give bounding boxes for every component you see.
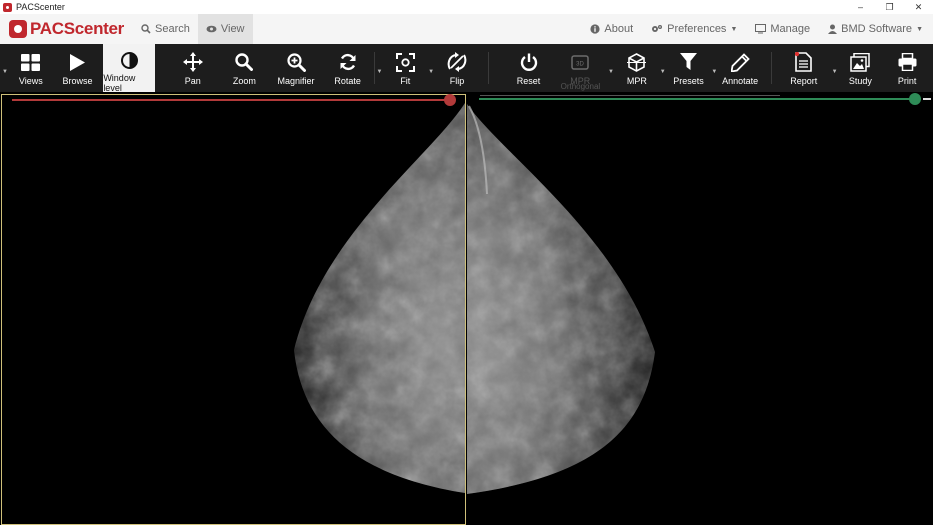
viewport-left[interactable]: [1, 94, 466, 525]
print-label: Print: [897, 76, 917, 86]
flip-dropdown-caret[interactable]: ▼: [426, 44, 436, 92]
report-label: Report: [790, 76, 818, 86]
viewport-right[interactable]: [467, 93, 932, 525]
print-button[interactable]: Print: [881, 44, 933, 92]
title-bar: PACScenter – ❐ ✕: [0, 0, 933, 14]
logo-text: PACScenter: [30, 19, 124, 38]
cube-3d-icon: 3D: [571, 55, 589, 70]
fit-dropdown-caret[interactable]: ▼: [375, 44, 385, 92]
printer-icon: [898, 53, 917, 71]
study-button[interactable]: Study: [840, 44, 882, 92]
monitor-icon: [755, 24, 767, 34]
pan-label: Pan: [184, 76, 201, 86]
logo[interactable]: PACScenter: [9, 19, 124, 39]
gears-icon: [652, 25, 663, 32]
info-icon: [590, 24, 600, 34]
eye-icon: [206, 25, 217, 33]
tab-view-label: View: [220, 23, 245, 35]
image-viewer[interactable]: [0, 92, 933, 525]
app-icon: [3, 2, 12, 12]
document-icon: [795, 52, 813, 72]
search-icon: [141, 24, 151, 34]
chevron-down-icon: ▼: [730, 25, 738, 33]
mammogram-image-right: [467, 104, 655, 494]
views-dropdown-caret[interactable]: ▼: [0, 44, 10, 92]
flip-label: Flip: [449, 76, 465, 86]
pencil-icon: [730, 52, 750, 72]
minimize-button[interactable]: –: [846, 0, 875, 14]
user-menu[interactable]: BMD Software ▼: [828, 23, 923, 35]
about-link[interactable]: About: [590, 23, 633, 35]
filter-icon: [680, 53, 697, 70]
tab-search-label: Search: [155, 23, 190, 35]
chevron-down-icon: ▼: [916, 25, 923, 33]
mpr-button[interactable]: MPR: [616, 44, 658, 92]
grid-icon: [21, 53, 41, 71]
flip-button[interactable]: Flip: [436, 44, 478, 92]
rotate-button[interactable]: Rotate: [322, 44, 374, 92]
maximize-button[interactable]: ❐: [875, 0, 904, 14]
mpr-orthogonal-sublabel: Orthogonal: [560, 82, 601, 91]
mpr-orthogonal-button[interactable]: 3D MPR Orthogonal: [554, 44, 606, 92]
presets-label: Presets: [673, 76, 704, 86]
tab-view[interactable]: View: [197, 14, 253, 44]
browse-button[interactable]: Browse: [52, 44, 104, 92]
play-icon: [69, 53, 85, 71]
annotate-label: Annotate: [722, 76, 759, 86]
power-icon: [520, 53, 537, 71]
magnifying-glass-icon: [235, 53, 254, 71]
cube-icon: [627, 52, 647, 72]
reset-label: Reset: [516, 76, 541, 86]
move-arrows-icon: [182, 52, 203, 72]
svg-text:3D: 3D: [576, 62, 584, 68]
tab-search[interactable]: Search: [133, 14, 198, 44]
contrast-icon: [120, 52, 138, 69]
manage-link[interactable]: Manage: [755, 23, 810, 35]
zoom-label: Zoom: [232, 76, 256, 86]
report-button[interactable]: Report: [778, 44, 830, 92]
views-button[interactable]: Views: [10, 44, 52, 92]
toolbar: ▼ Views Browse Window level Pan Zoom Mag…: [0, 44, 933, 93]
user-label: BMD Software: [841, 23, 913, 35]
fit-label: Fit: [400, 76, 411, 86]
annotate-button[interactable]: Annotate: [719, 44, 761, 92]
fit-screen-icon: [395, 52, 415, 72]
fit-button[interactable]: Fit: [384, 44, 426, 92]
presets-button[interactable]: Presets: [668, 44, 710, 92]
about-label: About: [604, 23, 634, 35]
refresh-icon: [340, 53, 356, 71]
study-label: Study: [848, 76, 872, 86]
magnifier-button[interactable]: Magnifier: [270, 44, 322, 92]
pan-button[interactable]: Pan: [167, 44, 219, 92]
logo-mark: [9, 20, 27, 38]
presets-dropdown-caret[interactable]: ▼: [658, 44, 668, 92]
mpr-label: MPR: [626, 76, 647, 86]
close-button[interactable]: ✕: [904, 0, 933, 14]
study-dropdown-caret[interactable]: ▼: [830, 44, 840, 92]
preferences-label: Preferences: [667, 23, 727, 35]
window-level-button[interactable]: Window level: [103, 44, 155, 93]
window-level-label: Window level: [103, 73, 136, 93]
magnifier-label: Magnifier: [277, 76, 315, 86]
browse-label: Browse: [62, 76, 93, 86]
zoom-in-icon: [286, 52, 306, 72]
annotate-dropdown-caret[interactable]: ▼: [709, 44, 719, 92]
window-title: PACScenter: [16, 2, 65, 12]
rotate-label: Rotate: [334, 76, 361, 86]
top-nav: PACScenter Search View About Preferences…: [0, 14, 933, 44]
image-stack-icon: [850, 52, 871, 72]
mammogram-image-left: [294, 103, 465, 493]
preferences-menu[interactable]: Preferences ▼: [651, 23, 737, 35]
user-icon: [828, 24, 838, 34]
zoom-button[interactable]: Zoom: [219, 44, 271, 92]
views-label: Views: [18, 76, 43, 86]
manage-label: Manage: [770, 23, 811, 35]
flip-icon: [447, 52, 467, 72]
